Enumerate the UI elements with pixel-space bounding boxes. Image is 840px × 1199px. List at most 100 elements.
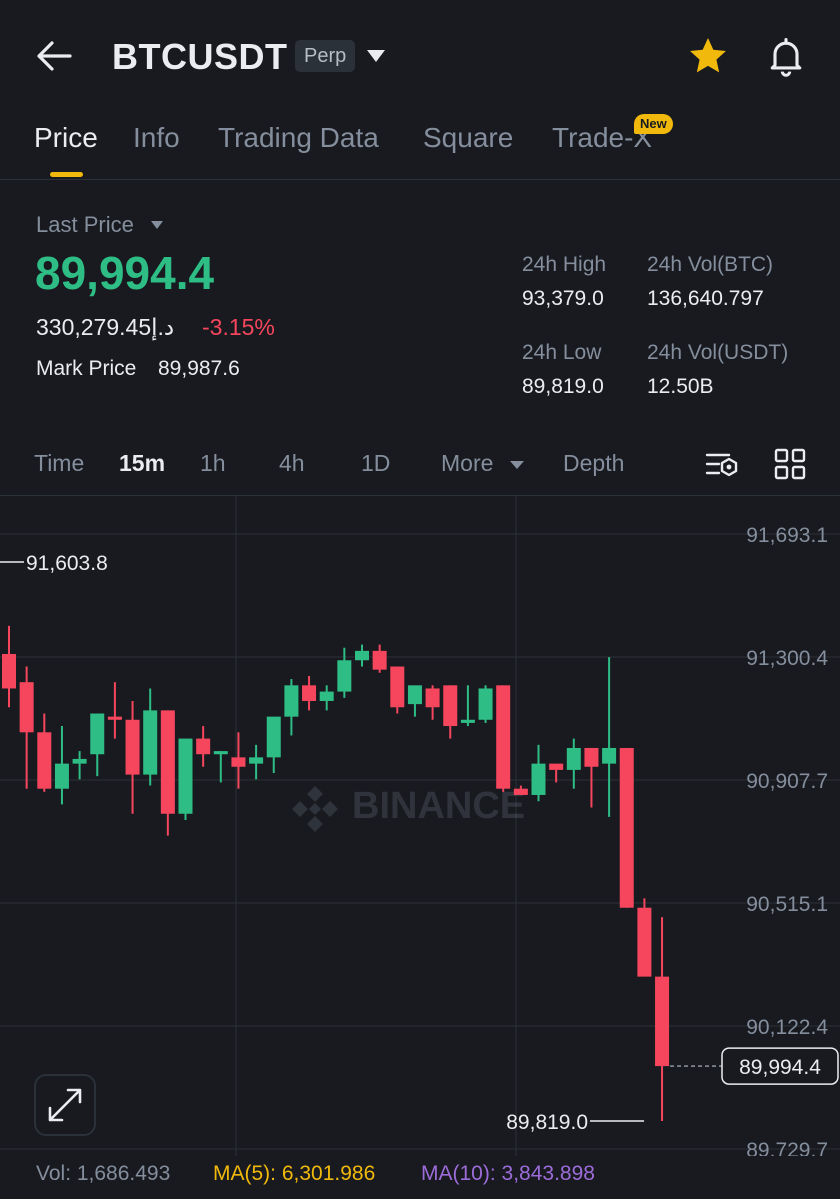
interval-time[interactable]: Time — [34, 450, 84, 477]
candle — [284, 679, 299, 736]
candle-body — [549, 763, 564, 770]
candle — [637, 898, 652, 977]
low-24h-label: 24h Low — [522, 341, 602, 364]
interval-1d[interactable]: 1D — [361, 450, 390, 477]
chevron-down-icon[interactable] — [366, 48, 386, 64]
tab-trading-data[interactable]: Trading Data — [218, 122, 379, 154]
indicator-settings-icon[interactable] — [703, 446, 741, 482]
candle-body — [655, 976, 670, 1067]
price-change-percent: -3.15% — [202, 314, 275, 340]
candle-body — [72, 758, 87, 764]
last-price-label[interactable]: Last Price — [36, 212, 134, 238]
y-axis-label: 90,122.4 — [746, 1016, 828, 1039]
vol-btc-value: 136,640.797 — [647, 287, 764, 310]
candle-body — [584, 747, 599, 767]
caret-down-icon[interactable] — [150, 218, 164, 230]
tab-square[interactable]: Square — [423, 122, 513, 154]
fullscreen-button[interactable] — [34, 1074, 96, 1136]
more-caret-icon[interactable] — [509, 458, 525, 470]
contract-badge: Perp — [295, 40, 356, 72]
candle — [372, 644, 387, 673]
tab-info[interactable]: Info — [133, 122, 180, 154]
candle — [602, 657, 617, 817]
depth-tab[interactable]: Depth — [563, 450, 624, 477]
volume-value: Vol: 1,686.493 — [36, 1162, 171, 1185]
candle — [125, 700, 140, 814]
candle — [266, 716, 281, 774]
candle-body — [2, 653, 16, 689]
last-price-value: 89,994.4 — [35, 247, 215, 299]
y-axis-label: 91,300.4 — [746, 647, 828, 670]
candle — [319, 685, 334, 711]
candle-body — [319, 691, 334, 701]
y-axis-label: 90,515.1 — [746, 893, 828, 916]
candle — [619, 747, 634, 908]
candle — [425, 685, 440, 720]
candle-body — [337, 660, 352, 692]
candle-body — [637, 907, 652, 977]
interval-1h[interactable]: 1h — [200, 450, 226, 477]
candle-body — [460, 719, 475, 723]
candle — [407, 685, 422, 717]
candlestick-chart[interactable]: BINANCE 91,693.1 91,300.4 90,907.7 90,515.1… — [0, 496, 840, 1156]
candle — [478, 685, 493, 723]
vol-usdt-value: 12.50B — [647, 375, 714, 398]
binance-watermark: BINANCE — [292, 785, 525, 832]
y-axis-label: 89,729.7 — [746, 1139, 828, 1156]
candle — [460, 685, 475, 727]
candle — [143, 688, 158, 786]
candle — [19, 666, 34, 789]
candle-body — [19, 682, 34, 733]
star-icon[interactable] — [686, 34, 730, 78]
current-price-label: 89,994.4 — [739, 1056, 821, 1079]
symbol-title[interactable]: BTCUSDT — [112, 36, 287, 78]
candle-body — [284, 685, 299, 717]
candle — [37, 713, 52, 792]
candle-body — [513, 788, 528, 795]
candle-body — [355, 650, 369, 661]
candle-body — [90, 713, 105, 755]
candle — [566, 738, 581, 789]
mark-price-label: Mark Price — [36, 357, 137, 380]
interval-more[interactable]: More — [441, 450, 493, 477]
candle — [655, 917, 670, 1122]
high-marker-label: 91,603.8 — [26, 552, 108, 575]
candle-body — [372, 650, 387, 670]
layout-grid-icon[interactable] — [772, 446, 808, 482]
watermark-text: BINANCE — [352, 785, 525, 827]
candle-body — [425, 688, 440, 708]
back-arrow-icon[interactable] — [34, 38, 74, 74]
high-24h-value: 93,379.0 — [522, 287, 604, 310]
candle-body — [496, 685, 511, 789]
interval-4h[interactable]: 4h — [279, 450, 305, 477]
candle — [90, 713, 105, 777]
high-24h-label: 24h High — [522, 253, 607, 276]
tab-price[interactable]: Price — [34, 122, 98, 154]
candle-body — [231, 757, 246, 767]
candle-body — [266, 716, 281, 758]
candle-body — [619, 747, 634, 908]
fiat-price: 330,279.45د.إ — [36, 314, 175, 340]
vol-btc-label: 24h Vol(BTC) — [647, 253, 774, 276]
candle — [160, 710, 175, 836]
candle — [72, 751, 87, 780]
candle-body — [125, 719, 140, 775]
candle-body — [602, 747, 617, 764]
candle-body — [54, 763, 69, 789]
candle-body — [478, 688, 493, 720]
candle-body — [531, 763, 546, 795]
interval-15m[interactable]: 15m — [119, 450, 165, 477]
mark-price-value: 89,987.6 — [158, 357, 240, 380]
candle — [249, 744, 264, 780]
divider — [0, 179, 840, 180]
candle — [302, 675, 317, 711]
candle — [443, 685, 458, 739]
candle — [107, 682, 122, 739]
candle — [390, 666, 405, 714]
candle — [178, 738, 193, 821]
vol-usdt-label: 24h Vol(USDT) — [647, 341, 789, 364]
low-marker-label: 89,819.0 — [506, 1111, 588, 1134]
bell-icon[interactable] — [764, 34, 808, 78]
candle — [196, 726, 211, 767]
candle-body — [107, 716, 122, 720]
